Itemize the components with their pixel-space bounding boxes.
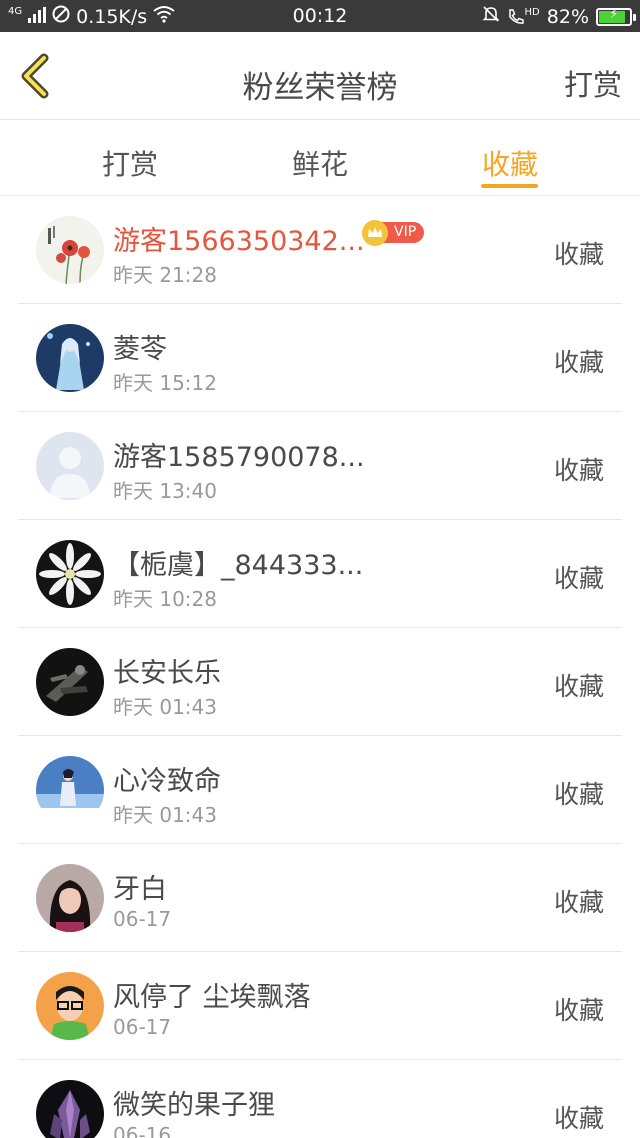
timestamp: 06-17	[113, 907, 172, 931]
battery-percent: 82%	[546, 5, 589, 28]
vip-badge: VIP	[362, 219, 425, 246]
crown-icon	[362, 219, 388, 246]
timestamp: 昨天 10:28	[113, 587, 217, 611]
anime-girl-avatar	[36, 324, 104, 392]
user-name: 牙白	[113, 874, 167, 905]
boy-photo-avatar	[36, 972, 104, 1040]
tab-indicator	[481, 184, 538, 188]
default-person-avatar	[36, 432, 104, 500]
favorite-label: 收藏	[553, 672, 604, 701]
list-item[interactable]: 长安长乐 昨天 01:43 收藏	[0, 628, 640, 736]
crystal-avatar	[36, 1080, 104, 1138]
timestamp: 昨天 13:40	[113, 479, 217, 503]
favorite-label: 收藏	[553, 348, 604, 377]
favorite-label: 收藏	[553, 780, 604, 809]
favorite-label: 收藏	[553, 456, 604, 485]
header: 粉丝荣誉榜 打赏	[0, 32, 640, 120]
list-item[interactable]: 游客1566350342... VIP 昨天 21:28 收藏	[0, 196, 640, 304]
girl-photo-avatar	[36, 864, 104, 932]
timestamp: 昨天 15:12	[113, 371, 217, 395]
user-name: 【栀虞】_844333...	[113, 550, 364, 581]
timestamp: 昨天 01:43	[113, 695, 217, 719]
user-name: 长安长乐	[113, 658, 221, 689]
status-bar: 4G 0.15K/s 00:12 HD 82% ⚡	[0, 0, 640, 32]
tab-flowers[interactable]: 鲜花	[260, 143, 380, 183]
favorite-label: 收藏	[553, 1104, 604, 1133]
anime-figure-avatar	[36, 756, 104, 824]
list-item[interactable]: 微笑的果子狸 06-16 收藏	[0, 1060, 640, 1138]
favorite-label: 收藏	[553, 996, 604, 1025]
user-name: 微笑的果子狸	[113, 1090, 275, 1121]
battery-icon: ⚡	[596, 6, 636, 26]
tab-favorites[interactable]: 收藏	[450, 143, 570, 183]
favorite-label: 收藏	[553, 240, 604, 269]
timestamp: 昨天 21:28	[113, 263, 217, 287]
vip-label: VIP	[382, 222, 425, 243]
favorite-label: 收藏	[553, 888, 604, 917]
white-flower-avatar	[36, 540, 104, 608]
list-item[interactable]: 游客1585790078... 昨天 13:40 收藏	[0, 412, 640, 520]
user-name: 菱苓	[113, 334, 167, 365]
dark-photo-avatar	[36, 648, 104, 716]
list-item[interactable]: 菱苓 昨天 15:12 收藏	[0, 304, 640, 412]
favorite-label: 收藏	[553, 564, 604, 593]
charging-bolt-icon: ⚡	[609, 6, 619, 22]
list-item[interactable]: 牙白 06-17 收藏	[0, 844, 640, 952]
user-name: 心冷致命	[113, 766, 221, 797]
reward-header-button[interactable]: 打赏	[564, 62, 622, 104]
user-name: 游客1585790078...	[113, 442, 365, 473]
list-item[interactable]: 【栀虞】_844333... 昨天 10:28 收藏	[0, 520, 640, 628]
flower-avatar	[36, 216, 104, 284]
tab-reward[interactable]: 打赏	[70, 143, 190, 183]
timestamp: 06-16	[113, 1123, 172, 1138]
hd-label: HD	[524, 6, 540, 18]
fan-list: 游客1566350342... VIP 昨天 21:28 收藏 菱苓 昨天 15…	[0, 196, 640, 1138]
user-name: 游客1566350342...	[113, 226, 365, 257]
tab-bar: 打赏 鲜花 收藏	[0, 121, 640, 196]
page-title: 粉丝荣誉榜	[242, 70, 398, 106]
timestamp: 昨天 01:43	[113, 803, 217, 827]
list-item[interactable]: 心冷致命 昨天 01:43 收藏	[0, 736, 640, 844]
mute-bell-icon	[482, 5, 500, 28]
timestamp: 06-17	[113, 1015, 172, 1039]
user-name: 风停了 尘埃飘落	[113, 982, 311, 1013]
hd-call-icon: HD	[507, 6, 540, 26]
list-item[interactable]: 风停了 尘埃飘落 06-17 收藏	[0, 952, 640, 1060]
